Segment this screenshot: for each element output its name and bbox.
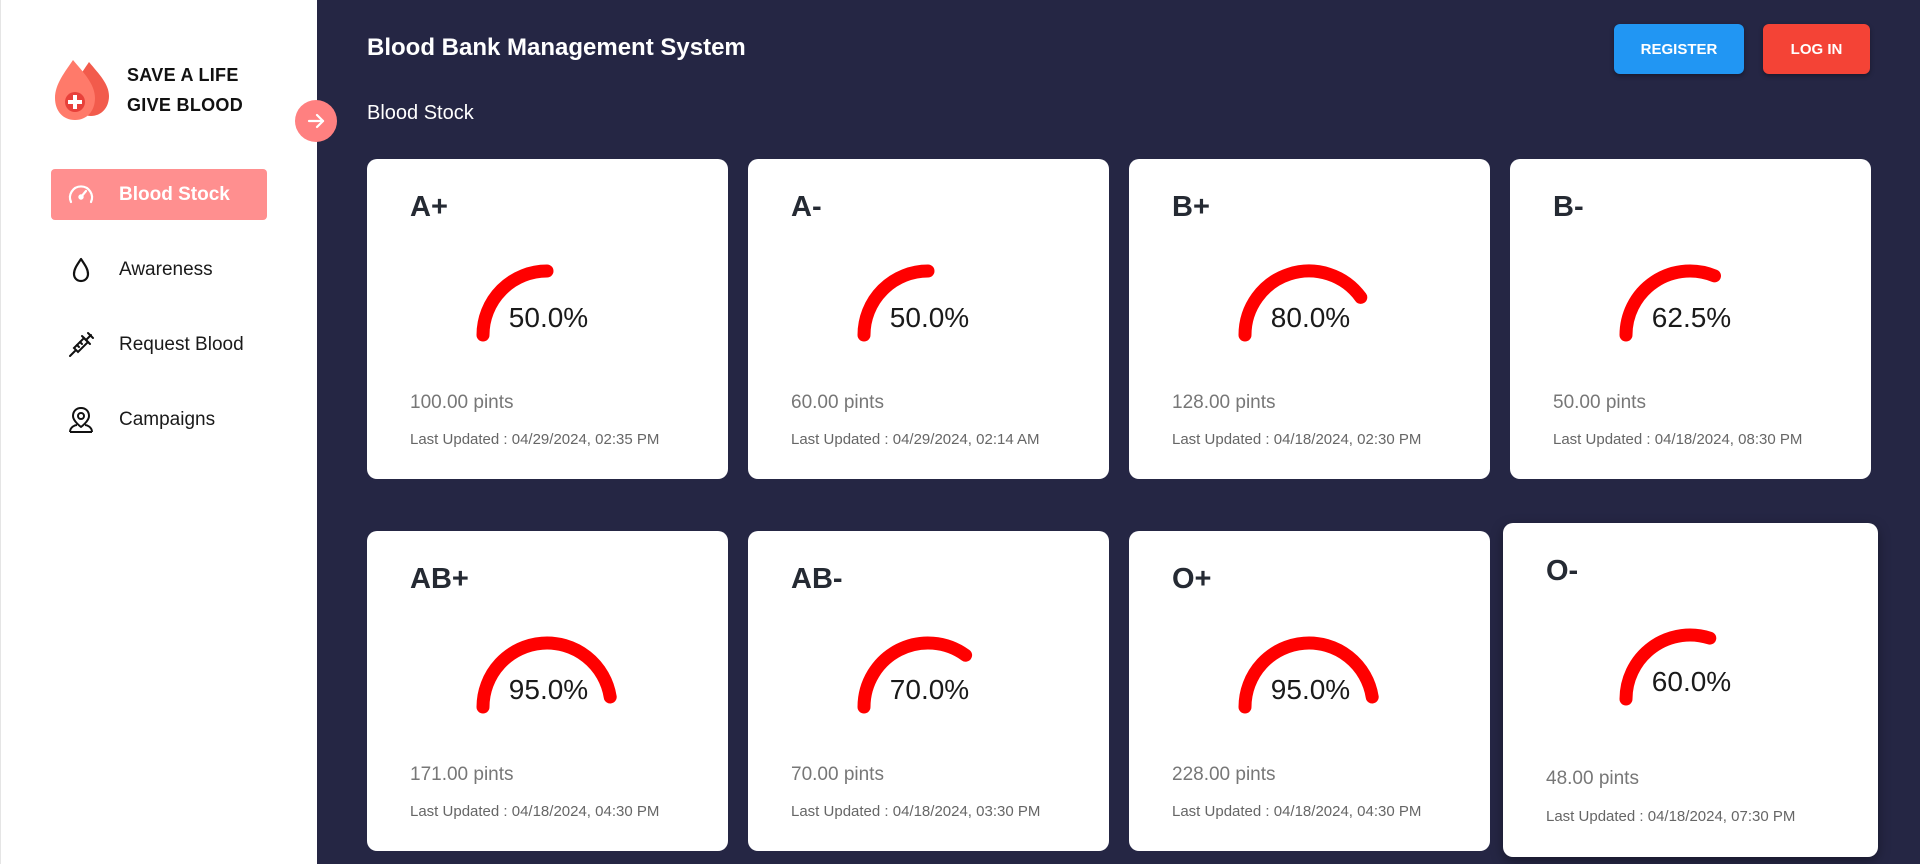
stock-percent: 50.0% xyxy=(508,302,589,333)
login-button[interactable]: LOG IN xyxy=(1763,24,1870,74)
brand-line-2: GIVE BLOOD xyxy=(127,95,244,115)
sidebar-item-label: Awareness xyxy=(119,258,213,280)
sidebar: SAVE A LIFE GIVE BLOOD Blood Stock Aware… xyxy=(0,0,316,864)
sidebar-item-awareness[interactable]: Awareness xyxy=(51,244,267,295)
stock-pints: 70.00 pints xyxy=(791,764,884,785)
page-title: Blood Bank Management System xyxy=(367,34,746,61)
main-content: Blood Bank Management System Blood Stock… xyxy=(317,0,1920,864)
sidebar-item-request-blood[interactable]: Request Blood xyxy=(51,319,267,370)
blood-stock-card-b-neg: B- 62.5% 50.00 pints Last Updated : 04/1… xyxy=(1510,159,1871,479)
stock-pints: 100.00 pints xyxy=(410,392,514,413)
stock-pints: 128.00 pints xyxy=(1172,392,1276,413)
stock-pints: 48.00 pints xyxy=(1546,768,1639,789)
last-updated: Last Updated : 04/18/2024, 07:30 PM xyxy=(1546,808,1796,825)
speedometer-icon xyxy=(65,179,97,211)
blood-group-label: B+ xyxy=(1172,191,1210,223)
last-updated: Last Updated : 04/18/2024, 03:30 PM xyxy=(791,803,1041,820)
blood-group-label: O+ xyxy=(1172,563,1212,595)
last-updated: Last Updated : 04/18/2024, 04:30 PM xyxy=(410,803,660,820)
stock-pints: 171.00 pints xyxy=(410,764,514,785)
register-button[interactable]: REGISTER xyxy=(1614,24,1744,74)
stock-percent: 95.0% xyxy=(1270,674,1351,705)
blood-drops-icon xyxy=(55,60,109,120)
stock-percent: 62.5% xyxy=(1651,302,1732,333)
location-person-icon xyxy=(65,404,97,436)
blood-group-label: B- xyxy=(1553,191,1584,223)
arrow-right-icon xyxy=(307,113,325,129)
blood-stock-card-o-pos: O+ 95.0% 228.00 pints Last Updated : 04/… xyxy=(1129,531,1490,851)
sidebar-item-blood-stock[interactable]: Blood Stock xyxy=(51,169,267,220)
syringe-icon xyxy=(65,329,97,361)
section-title: Blood Stock xyxy=(367,102,474,124)
blood-group-label: A- xyxy=(791,191,822,223)
stock-pints: 50.00 pints xyxy=(1553,392,1646,413)
stock-pints: 60.00 pints xyxy=(791,392,884,413)
blood-group-label: O- xyxy=(1546,555,1579,587)
sidebar-nav: Blood Stock Awareness Request Blood Camp… xyxy=(51,169,267,469)
sidebar-item-campaigns[interactable]: Campaigns xyxy=(51,394,267,445)
blood-stock-card-b-pos: B+ 80.0% 128.00 pints Last Updated : 04/… xyxy=(1129,159,1490,479)
sidebar-item-label: Blood Stock xyxy=(119,183,230,205)
blood-stock-card-ab-pos: AB+ 95.0% 171.00 pints Last Updated : 04… xyxy=(367,531,728,851)
sidebar-item-label: Request Blood xyxy=(119,333,244,355)
blood-group-label: A+ xyxy=(410,191,448,223)
stock-percent: 70.0% xyxy=(889,674,970,705)
last-updated: Last Updated : 04/18/2024, 08:30 PM xyxy=(1553,431,1803,448)
blood-group-label: AB- xyxy=(791,563,843,595)
blood-stock-card-a-neg: A- 50.0% 60.00 pints Last Updated : 04/2… xyxy=(748,159,1109,479)
last-updated: Last Updated : 04/29/2024, 02:35 PM xyxy=(410,431,660,448)
sidebar-item-label: Campaigns xyxy=(119,408,216,430)
drop-icon xyxy=(65,254,97,286)
stock-percent: 95.0% xyxy=(508,674,589,705)
blood-stock-card-a-pos: A+ 50.0% 100.00 pints Last Updated : 04/… xyxy=(367,159,728,479)
last-updated: Last Updated : 04/18/2024, 02:30 PM xyxy=(1172,431,1422,448)
stock-percent: 50.0% xyxy=(889,302,970,333)
blood-stock-card-ab-neg: AB- 70.0% 70.00 pints Last Updated : 04/… xyxy=(748,531,1109,851)
brand: SAVE A LIFE GIVE BLOOD xyxy=(51,56,243,124)
last-updated: Last Updated : 04/18/2024, 04:30 PM xyxy=(1172,803,1422,820)
brand-line-1: SAVE A LIFE xyxy=(127,65,239,85)
stock-percent: 80.0% xyxy=(1270,302,1351,333)
stock-pints: 228.00 pints xyxy=(1172,764,1276,785)
blood-group-label: AB+ xyxy=(410,563,469,595)
sidebar-toggle-button[interactable] xyxy=(295,100,337,142)
last-updated: Last Updated : 04/29/2024, 02:14 AM xyxy=(791,431,1040,448)
blood-stock-card-o-neg[interactable]: O- 60.0% 48.00 pints Last Updated : 04/1… xyxy=(1503,523,1878,857)
stock-percent: 60.0% xyxy=(1651,666,1732,697)
